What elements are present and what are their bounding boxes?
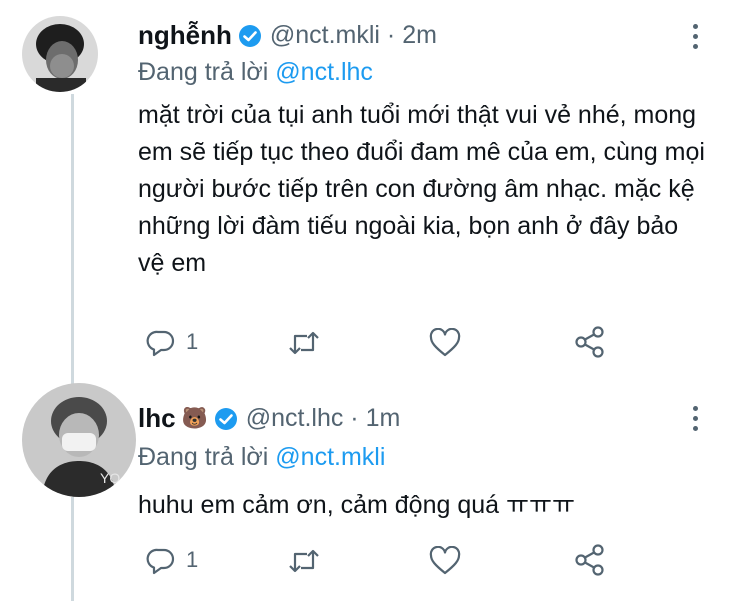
like-button[interactable]: [429, 546, 461, 576]
share-button[interactable]: [574, 325, 606, 359]
tweet-header: lhc 🐻 @nct.lhc · 1m: [138, 403, 400, 434]
replying-to: Đang trả lời @nct.mkli: [138, 443, 385, 472]
share-icon: [575, 326, 604, 358]
replying-to-prefix: Đang trả lời: [138, 58, 269, 86]
thread-connector-line-bottom: [71, 497, 74, 601]
bear-emoji: 🐻: [181, 406, 208, 430]
reply-icon: [146, 330, 175, 357]
display-name[interactable]: lhc: [138, 403, 176, 434]
more-options-icon[interactable]: [686, 404, 706, 434]
retweet-button[interactable]: [288, 547, 320, 575]
reply-count: 1: [186, 547, 199, 572]
display-name[interactable]: nghễnh: [138, 20, 232, 51]
retweet-icon: [289, 549, 319, 573]
verified-badge-icon: [238, 24, 262, 48]
avatar[interactable]: [22, 16, 98, 92]
like-icon: [429, 546, 461, 575]
replying-to-mention[interactable]: @nct.mkli: [275, 443, 385, 471]
replying-to-prefix: Đang trả lời: [138, 443, 269, 471]
avatar-photo: [22, 16, 98, 92]
reply-button[interactable]: 1: [146, 545, 198, 575]
reply-icon: [146, 548, 175, 575]
share-button[interactable]: [574, 543, 606, 577]
tweet-text: huhu em cảm ơn, cảm động quá ㅠㅠㅠ: [138, 491, 575, 519]
svg-text:YO: YO: [100, 470, 120, 486]
reply-button[interactable]: 1: [146, 327, 198, 357]
retweet-icon: [289, 331, 319, 355]
avatar[interactable]: YO: [22, 383, 136, 497]
tweet-text: mặt trời của tụi anh tuổi mới thật vui v…: [138, 101, 705, 277]
handle-and-time[interactable]: @nct.mkli · 2m: [270, 21, 437, 50]
retweet-button[interactable]: [288, 329, 320, 357]
handle-and-time[interactable]: @nct.lhc · 1m: [246, 404, 401, 433]
thread-connector-line: [71, 94, 74, 384]
like-icon: [429, 328, 461, 357]
more-options-icon[interactable]: [686, 22, 706, 52]
avatar-photo: YO: [22, 383, 136, 497]
like-button[interactable]: [429, 328, 461, 358]
replying-to-mention[interactable]: @nct.lhc: [275, 58, 373, 86]
reply-count: 1: [186, 329, 199, 354]
replying-to: Đang trả lời @nct.lhc: [138, 58, 373, 87]
share-icon: [575, 544, 604, 576]
tweet-header: nghễnh @nct.mkli · 2m: [138, 20, 437, 51]
verified-badge-icon: [214, 407, 238, 431]
